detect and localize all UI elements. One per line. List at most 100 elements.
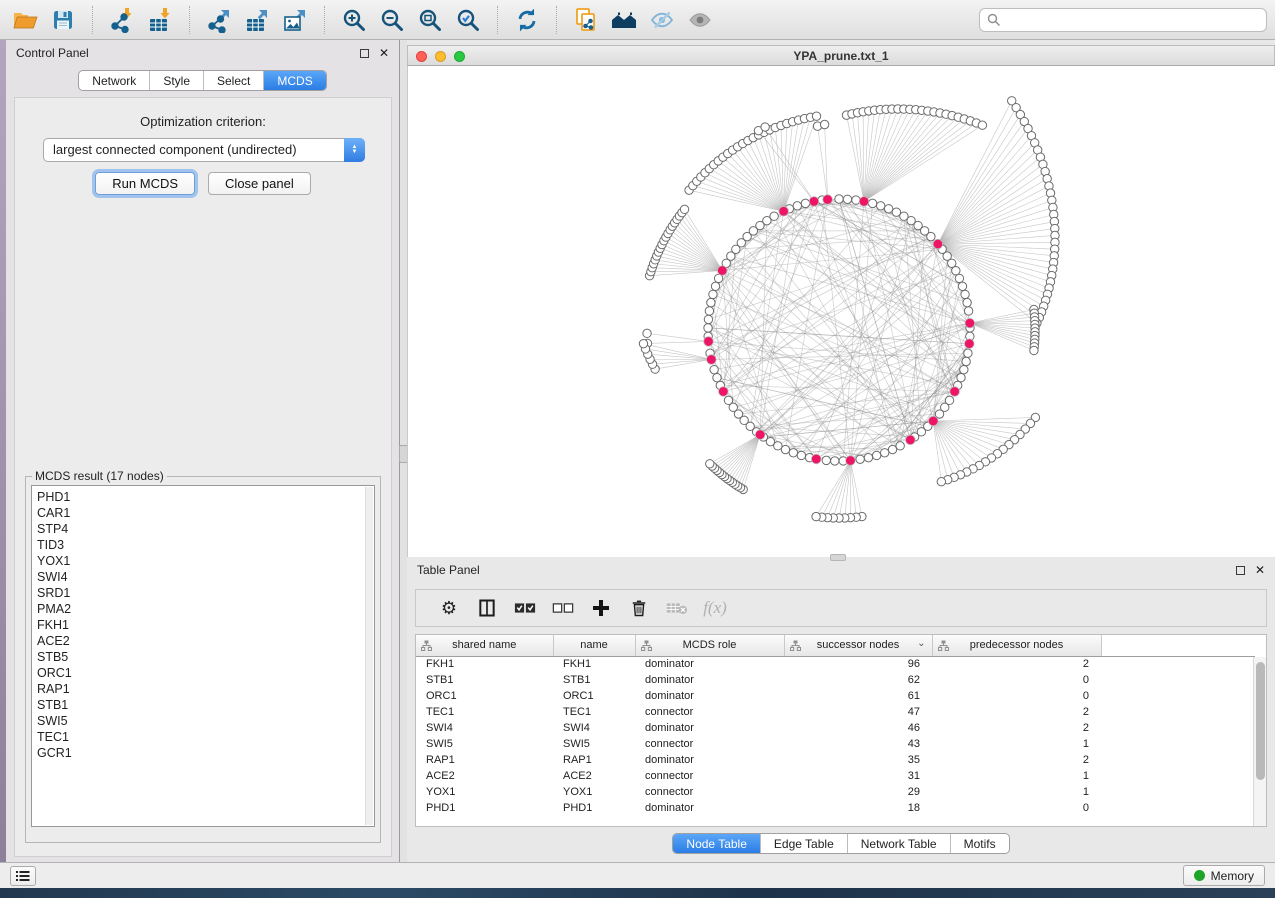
table-cell: SWI5 — [416, 736, 553, 752]
select-all-button[interactable] — [506, 592, 544, 624]
open-file-button[interactable] — [8, 4, 42, 36]
mcds-result-item[interactable]: TEC1 — [37, 729, 362, 745]
zoom-selected-button[interactable] — [451, 4, 485, 36]
mcds-result-item[interactable]: SWI4 — [37, 569, 362, 585]
close-window-icon[interactable] — [416, 51, 427, 62]
table-cell: dominator — [635, 800, 784, 816]
table-panel-tabs: Node TableEdge TableNetwork TableMotifs — [672, 833, 1009, 854]
toolbar-separator — [556, 6, 557, 34]
mcds-result-item[interactable]: STB5 — [37, 649, 362, 665]
network-window-titlebar[interactable]: YPA_prune.txt_1 — [407, 45, 1275, 66]
tab-node-table[interactable]: Node Table — [673, 834, 760, 853]
column-header-name[interactable]: name — [553, 635, 635, 656]
table-row[interactable]: SWI4SWI4dominator462 — [416, 720, 1255, 736]
delete-column-button[interactable] — [620, 592, 658, 624]
tab-edge-table[interactable]: Edge Table — [760, 834, 847, 853]
criterion-select-value: largest connected component (undirected) — [53, 142, 297, 157]
show-columns-button[interactable] — [468, 592, 506, 624]
table-row[interactable]: ORC1ORC1dominator610 — [416, 688, 1255, 704]
mcds-result-item[interactable]: PHD1 — [37, 489, 362, 505]
column-header-shared-name[interactable]: shared name — [416, 635, 553, 656]
import-network-button[interactable] — [105, 4, 139, 36]
table-settings-button[interactable]: ⚙ — [430, 592, 468, 624]
run-mcds-button[interactable]: Run MCDS — [95, 172, 195, 195]
refresh-button[interactable] — [510, 4, 544, 36]
mcds-result-item[interactable]: RAP1 — [37, 681, 362, 697]
column-header-MCDS-role[interactable]: MCDS role — [635, 635, 784, 656]
table-scrollbar[interactable] — [1253, 657, 1266, 826]
function-builder-button[interactable]: f(x) — [696, 592, 734, 624]
tab-network-table[interactable]: Network Table — [847, 834, 950, 853]
mcds-result-item[interactable]: STP4 — [37, 521, 362, 537]
task-history-button[interactable] — [10, 866, 36, 886]
mcds-result-item[interactable]: ORC1 — [37, 665, 362, 681]
import-table-button[interactable] — [143, 4, 177, 36]
close-panel-button[interactable]: Close panel — [208, 172, 311, 195]
table-row[interactable]: YOX1YOX1connector291 — [416, 784, 1255, 800]
mcds-result-item[interactable]: FKH1 — [37, 617, 362, 633]
mcds-result-item[interactable]: STB1 — [37, 697, 362, 713]
export-table-button[interactable] — [240, 4, 274, 36]
zoom-fit-button[interactable] — [413, 4, 447, 36]
float-panel-icon[interactable] — [360, 49, 369, 58]
tab-network[interactable]: Network — [79, 71, 149, 90]
node-table[interactable]: shared namenameMCDS rolesuccessor nodes⌄… — [415, 634, 1267, 827]
network-canvas[interactable] — [407, 66, 1275, 557]
search-input[interactable] — [979, 8, 1267, 32]
zoom-in-button[interactable] — [337, 4, 371, 36]
tab-select[interactable]: Select — [203, 71, 263, 90]
table-scrollbar-thumb[interactable] — [1256, 662, 1265, 780]
table-row[interactable]: FKH1FKH1dominator962 — [416, 656, 1255, 672]
table-row[interactable]: TEC1TEC1connector472 — [416, 704, 1255, 720]
table-row[interactable]: SWI5SWI5connector431 — [416, 736, 1255, 752]
mcds-result-item[interactable]: ACE2 — [37, 633, 362, 649]
mcds-result-item[interactable]: PMA2 — [37, 601, 362, 617]
mcds-result-list[interactable]: PHD1CAR1STP4TID3YOX1SWI4SRD1PMA2FKH1ACE2… — [31, 485, 375, 827]
hide-selected-button[interactable] — [645, 4, 679, 36]
column-header-predecessor-nodes[interactable]: predecessor nodes — [932, 635, 1101, 656]
table-cell: ACE2 — [416, 768, 553, 784]
mcds-result-item[interactable]: YOX1 — [37, 553, 362, 569]
export-image-button[interactable] — [278, 4, 312, 36]
memory-button[interactable]: Memory — [1183, 865, 1265, 886]
delete-table-button[interactable] — [658, 592, 696, 624]
float-panel-icon[interactable] — [1236, 566, 1245, 575]
table-cell: dominator — [635, 672, 784, 688]
mcds-result-group: MCDS result (17 nodes) PHD1CAR1STP4TID3Y… — [25, 469, 381, 843]
mcds-result-item[interactable]: GCR1 — [37, 745, 362, 761]
maximize-window-icon[interactable] — [454, 51, 465, 62]
table-row[interactable]: PHD1PHD1dominator180 — [416, 800, 1255, 816]
optimization-criterion-label: Optimization criterion: — [15, 114, 391, 129]
horizontal-splitter-grip[interactable] — [830, 554, 846, 561]
mcds-list-scrollbar[interactable] — [365, 487, 373, 825]
mcds-result-item[interactable]: CAR1 — [37, 505, 362, 521]
criterion-select[interactable]: largest connected component (undirected)… — [43, 138, 365, 162]
deselect-all-button[interactable] — [544, 592, 582, 624]
unchecked-boxes-icon — [552, 599, 574, 617]
table-row[interactable]: RAP1RAP1dominator352 — [416, 752, 1255, 768]
minimize-window-icon[interactable] — [435, 51, 446, 62]
table-cell: STB1 — [553, 672, 635, 688]
clone-network-button[interactable] — [569, 4, 603, 36]
export-network-button[interactable] — [202, 4, 236, 36]
table-cell: TEC1 — [553, 704, 635, 720]
table-cell: 18 — [784, 800, 932, 816]
zoom-out-button[interactable] — [375, 4, 409, 36]
table-row[interactable]: STB1STB1dominator620 — [416, 672, 1255, 688]
mcds-result-item[interactable]: SWI5 — [37, 713, 362, 729]
save-session-button[interactable] — [46, 4, 80, 36]
close-panel-icon[interactable]: ✕ — [1255, 566, 1265, 575]
tab-motifs[interactable]: Motifs — [950, 834, 1009, 853]
add-column-button[interactable] — [582, 592, 620, 624]
column-header-successor-nodes[interactable]: successor nodes⌄ — [784, 635, 932, 656]
zoom-out-icon — [379, 7, 405, 33]
table-row[interactable]: ACE2ACE2connector311 — [416, 768, 1255, 784]
vertical-splitter[interactable] — [400, 40, 407, 862]
close-panel-icon[interactable]: ✕ — [379, 49, 389, 58]
first-neighbors-button[interactable] — [607, 4, 641, 36]
mcds-result-item[interactable]: TID3 — [37, 537, 362, 553]
mcds-result-item[interactable]: SRD1 — [37, 585, 362, 601]
tab-mcds[interactable]: MCDS — [263, 71, 325, 90]
tab-style[interactable]: Style — [149, 71, 203, 90]
show-all-button[interactable] — [683, 4, 717, 36]
